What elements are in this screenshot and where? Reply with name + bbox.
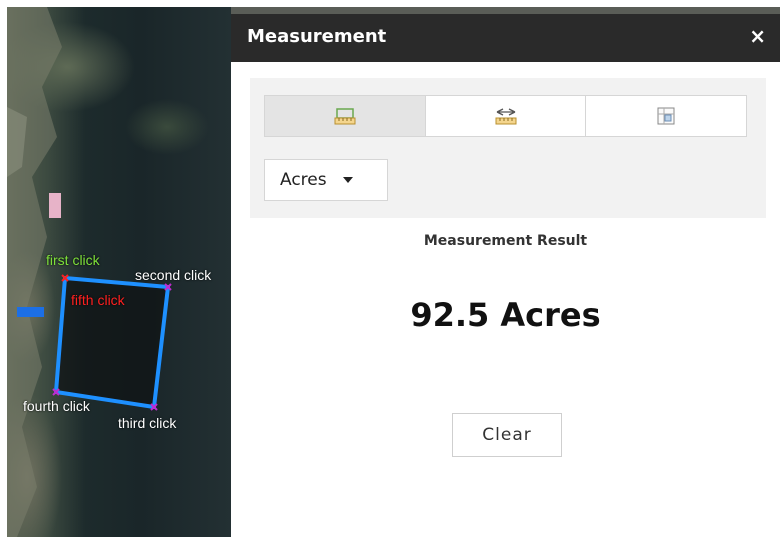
area-tool-button[interactable]	[265, 96, 426, 136]
blue-feature	[17, 307, 44, 317]
third-click-label: third click	[118, 415, 177, 431]
close-icon[interactable]: ×	[749, 24, 766, 48]
unit-selected-value: Acres	[280, 170, 327, 190]
first-click-label: first click	[46, 252, 100, 268]
second-click-label: second click	[135, 267, 212, 283]
panel-title: Measurement	[247, 26, 387, 47]
location-tool-icon	[657, 107, 675, 125]
unit-dropdown[interactable]: Acres	[264, 159, 388, 201]
measurement-result-value: 92.5 Acres	[410, 296, 601, 334]
map-strip	[231, 7, 780, 14]
map-view[interactable]: first click second click fifth click fou…	[7, 7, 231, 537]
chevron-down-icon	[342, 177, 353, 183]
location-tool-button[interactable]	[586, 96, 746, 136]
fifth-click-label: fifth click	[71, 292, 125, 308]
clear-button[interactable]: Clear	[452, 413, 562, 457]
measurement-result-label: Measurement Result	[423, 233, 588, 249]
fourth-click-label: fourth click	[23, 398, 90, 414]
pink-feature	[49, 193, 61, 218]
distance-tool-icon	[495, 108, 516, 125]
shoreline	[7, 7, 62, 537]
measurement-panel: Measurement × Acres Measurement Result 9…	[231, 14, 780, 537]
area-tool-icon	[334, 108, 356, 125]
distance-tool-button[interactable]	[426, 96, 587, 136]
panel-header: Measurement ×	[231, 14, 780, 62]
measurement-tools: Acres	[250, 78, 766, 218]
tool-tabs	[264, 95, 747, 137]
